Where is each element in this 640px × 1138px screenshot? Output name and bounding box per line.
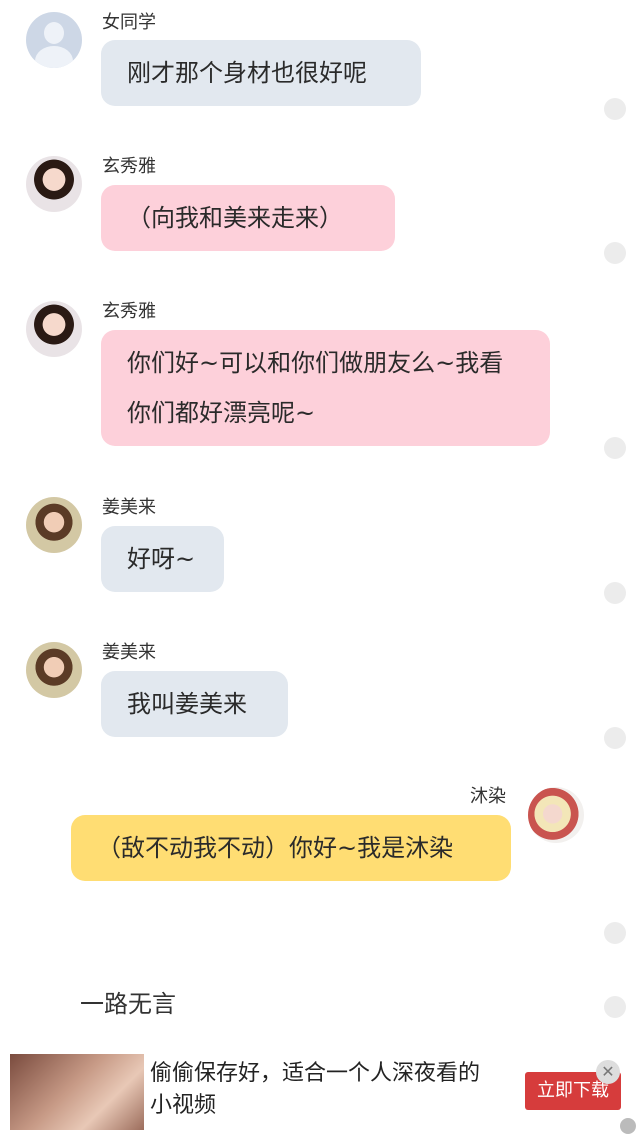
message-bubble[interactable]: 我叫姜美来 [101, 671, 288, 737]
sender-name: 沐染 [470, 786, 506, 807]
sender-name: 女同学 [102, 12, 156, 33]
watermark-icon [620, 1118, 636, 1134]
message-bubble[interactable]: 刚才那个身材也很好呢 [101, 40, 421, 106]
sender-name: 玄秀雅 [102, 301, 156, 322]
avatar[interactable] [26, 156, 82, 212]
status-dot-icon [604, 996, 626, 1018]
avatar[interactable] [26, 497, 82, 553]
avatar-default-icon[interactable] [26, 12, 82, 68]
narration-text: 一路无言 [80, 990, 176, 1018]
ad-text[interactable]: 偷偷保存好，适合一个人深夜看的小视频 [150, 1058, 500, 1122]
status-dot-icon [604, 437, 626, 459]
ad-thumbnail[interactable] [10, 1054, 144, 1130]
message-bubble[interactable]: （向我和美来走来） [101, 185, 395, 251]
status-dot-icon [604, 922, 626, 944]
message-bubble[interactable]: 好呀~ [101, 526, 224, 592]
status-dot-icon [604, 727, 626, 749]
avatar[interactable] [26, 642, 82, 698]
ad-banner[interactable]: 偷偷保存好，适合一个人深夜看的小视频 立即下载 ✕ [0, 1048, 640, 1138]
avatar[interactable] [26, 301, 82, 357]
avatar[interactable] [528, 787, 584, 843]
sender-name: 姜美来 [102, 497, 156, 518]
message-bubble[interactable]: 你们好~可以和你们做朋友么~我看你们都好漂亮呢~ [101, 330, 550, 446]
status-dot-icon [604, 582, 626, 604]
chat-screen: 女同学 刚才那个身材也很好呢 玄秀雅 （向我和美来走来） 玄秀雅 你们好~可以和… [0, 0, 640, 1138]
status-dot-icon [604, 98, 626, 120]
message-bubble[interactable]: （敌不动我不动）你好~我是沐染 [71, 815, 511, 881]
sender-name: 玄秀雅 [102, 156, 156, 177]
sender-name: 姜美来 [102, 642, 156, 663]
status-dot-icon [604, 242, 626, 264]
close-icon[interactable]: ✕ [596, 1060, 620, 1084]
